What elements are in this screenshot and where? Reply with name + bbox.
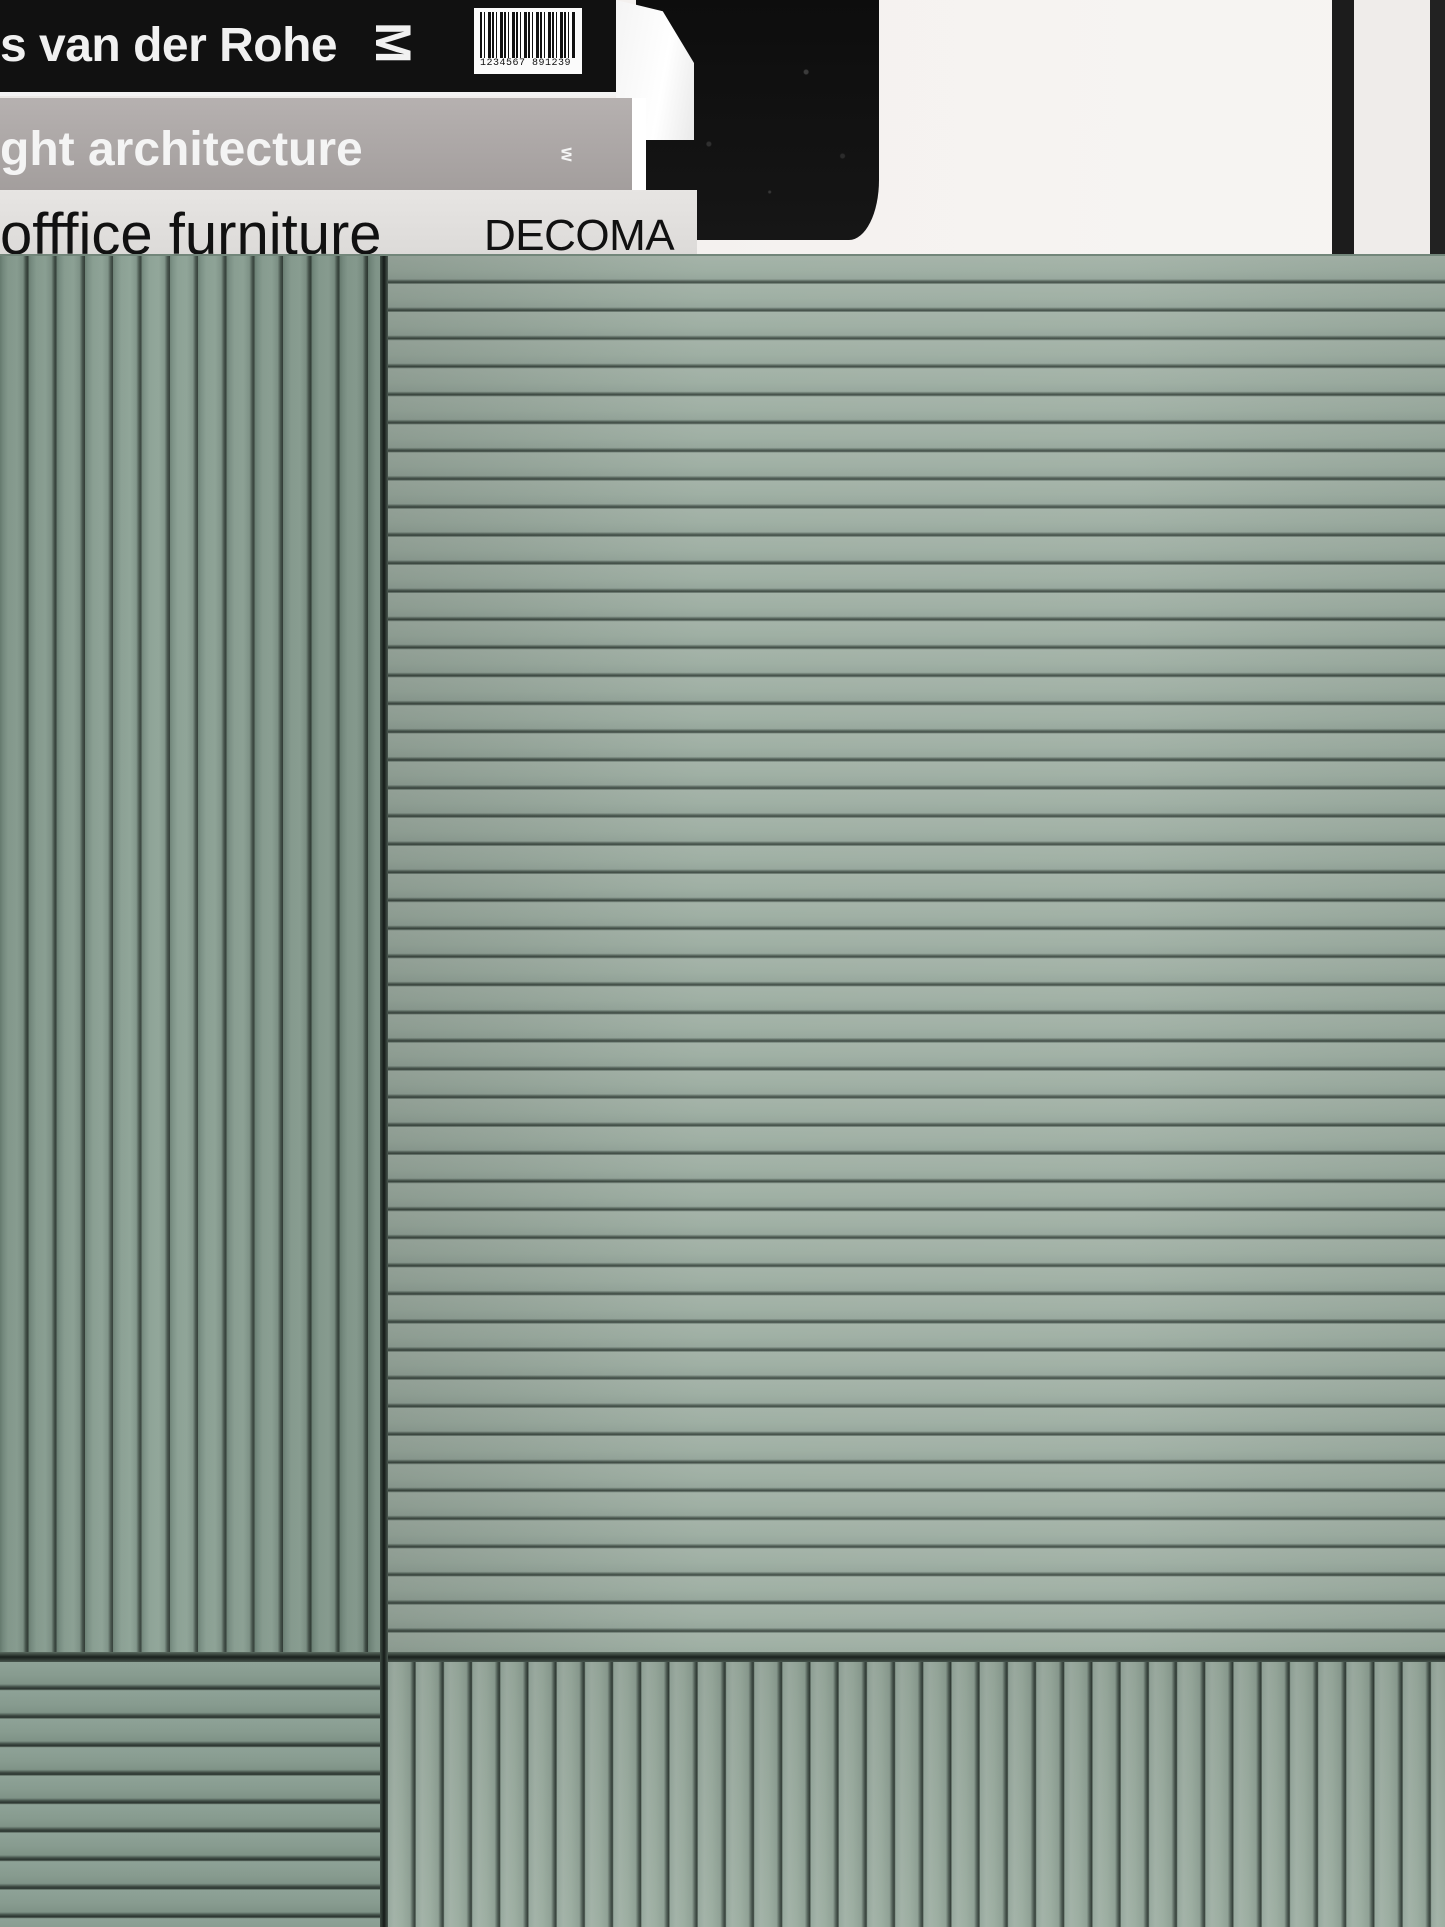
book-spine-1: s van der Rohe M 1234567 891239 [0,0,616,96]
cabinet-horizontal-gap [0,1652,1445,1662]
book-spine-3: offfice furniture DECOMA [0,190,697,256]
book-2-publisher-mark: w [557,147,578,162]
book-2-pages [632,98,646,190]
barcode-bars [480,12,576,58]
barcode: 1234567 891239 [474,8,582,74]
book-spine-2: ght architecture w [0,98,632,190]
picture-frame-mat [1354,0,1430,256]
cabinet-door-vertical-fluted [0,256,380,1652]
barcode-number: 1234567 891239 [480,58,572,69]
book-3-title: offfice furniture [0,202,382,257]
book-2-title: ght architecture [0,123,363,176]
cabinet-door-horizontal-fluted [388,256,1445,1652]
picture-frame-edge [1332,0,1354,256]
cabinet-vertical-gap [380,256,388,1927]
book-1-title: s van der Rohe [0,19,338,72]
cabinet-drawer-vertical-fluted [388,1662,1445,1927]
book-1-publisher-logo: M [365,22,421,64]
book-3-brand: DECOMA [484,211,675,257]
product-photo: s van der Rohe M 1234567 891239 ght arch… [0,0,1445,1927]
picture-frame-edge-right [1430,0,1445,256]
cabinet-drawer-horizontal-fluted [0,1662,380,1927]
